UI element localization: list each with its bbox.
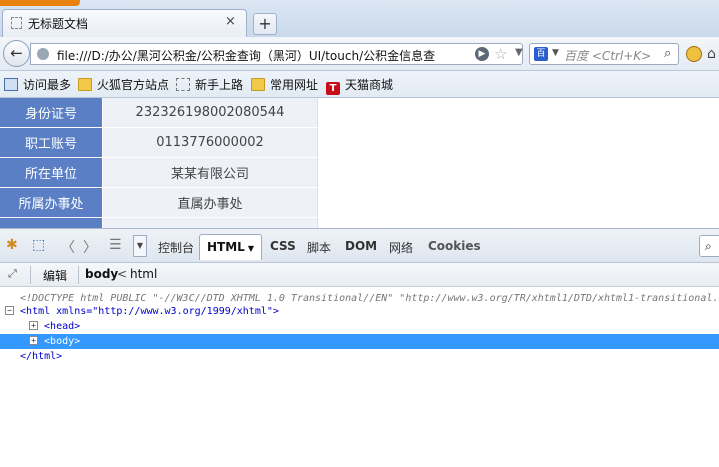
breadcrumb-html[interactable]: html [130, 267, 157, 281]
table-row: 职工账号 0113776000002 [0, 127, 318, 158]
tmall-icon: T [326, 82, 340, 95]
html-close-node[interactable]: </html> [20, 351, 62, 362]
back-button[interactable]: ← [3, 40, 30, 67]
page-content: 身份证号 232326198002080544 职工账号 01137760000… [0, 98, 719, 228]
breadcrumb-body[interactable]: body [85, 267, 118, 281]
search-input[interactable]: 百度 <Ctrl+K> [564, 47, 651, 64]
tab-cookies[interactable]: Cookies [428, 239, 481, 253]
row-label [0, 217, 103, 228]
bookmark-tmall[interactable]: T 天猫商城 [326, 76, 394, 95]
divider [30, 266, 31, 284]
chevron-down-icon: ▼ [247, 244, 254, 253]
url-bar[interactable]: file:///D:/办公/黑河公积金/公积金查询（黑河）UI/touch/公积… [30, 43, 547, 65]
collapse-icon[interactable]: − [5, 306, 14, 315]
baidu-icon[interactable]: 百 [534, 47, 548, 61]
search-bar[interactable]: 百 ▼ 百度 <Ctrl+K> ⌕ [529, 43, 679, 65]
doctype-line: <!DOCTYPE html PUBLIC "-//W3C//DTD XHTML… [20, 293, 719, 304]
info-table: 身份证号 232326198002080544 职工账号 01137760000… [0, 98, 318, 228]
divider [78, 266, 79, 284]
head-node-text: <head> [44, 321, 81, 332]
row-label: 职工账号 [0, 127, 103, 158]
row-value: 直属办事处 [102, 187, 318, 218]
navigation-toolbar: file:///D:/办公/黑河公积金/公积金查询（黑河）UI/touch/公积… [0, 37, 719, 71]
expand-icon[interactable]: + [29, 336, 38, 345]
firebug-search-input[interactable]: ⌕ [699, 235, 719, 257]
chevron-down-icon[interactable]: ▼ [515, 47, 523, 58]
breadcrumb: ⤢ 编辑 body < html [0, 263, 719, 287]
html-node-text: <html xmlns="http://www.w3.org/1999/xhtm… [20, 306, 279, 317]
browser-titlebar: 无标题文档 × + [0, 0, 719, 37]
page-icon [176, 78, 190, 91]
breadcrumb-separator: < [117, 267, 128, 281]
tab-html[interactable]: HTML ▼ [199, 234, 262, 260]
new-tab-button[interactable]: + [253, 13, 277, 35]
html-tree-panel: <!DOCTYPE html PUBLIC "-//W3C//DTD XHTML… [0, 287, 719, 467]
most-visited-icon [4, 78, 18, 91]
edit-button[interactable]: 编辑 [43, 267, 67, 284]
tab-network[interactable]: 网络 [389, 239, 413, 256]
bookmarks-toolbar: 访问最多 火狐官方站点 新手上路 常用网址 T 天猫商城 [0, 71, 719, 98]
search-icon: ⌕ [705, 239, 712, 253]
inspect-icon[interactable]: ⬚ [32, 237, 45, 253]
go-icon[interactable]: ▶ [475, 47, 489, 61]
row-value: 0113776000002 [102, 127, 318, 158]
bookmark-most-visited[interactable]: 访问最多 [4, 76, 71, 94]
bookmark-common-sites[interactable]: 常用网址 [251, 76, 318, 94]
list-icon[interactable]: ☰ [109, 237, 122, 253]
expand-icon[interactable]: ⤢ [8, 267, 17, 281]
home-icon[interactable]: ⌂ [707, 46, 716, 62]
tab-title: 无标题文档 [28, 17, 89, 31]
body-node[interactable]: + <body> [29, 336, 80, 347]
tab-script[interactable]: 脚本 [307, 239, 331, 256]
row-value: 某某有限公司 [102, 157, 318, 188]
firebug-icon[interactable]: ✱ [6, 237, 18, 253]
bookmark-label: 天猫商城 [345, 78, 394, 92]
selected-row-highlight [0, 334, 719, 349]
page-icon [11, 17, 22, 29]
tab-html-label: HTML [207, 240, 245, 254]
forward-icon[interactable]: 〉 [83, 237, 97, 257]
chevron-down-icon[interactable]: ▼ [552, 48, 559, 58]
row-label: 所在单位 [0, 157, 103, 188]
bookmark-getting-started[interactable]: 新手上路 [176, 76, 243, 94]
bookmark-label: 访问最多 [23, 78, 72, 92]
row-value: 232326198002080544 [102, 98, 318, 128]
tab-css[interactable]: CSS [270, 239, 296, 253]
back-icon[interactable]: 〈 [61, 237, 75, 257]
addon-icon[interactable] [686, 46, 702, 62]
html-node[interactable]: − <html xmlns="http://www.w3.org/1999/xh… [5, 306, 279, 317]
bookmark-label: 火狐官方站点 [97, 78, 170, 92]
url-text[interactable]: file:///D:/办公/黑河公积金/公积金查询（黑河）UI/touch/公积… [57, 47, 467, 64]
folder-icon [251, 78, 265, 91]
table-row: 所在单位 某某有限公司 [0, 157, 318, 188]
head-node[interactable]: + <head> [29, 321, 80, 332]
chevron-down-icon[interactable]: ▼ [133, 235, 147, 257]
close-icon[interactable]: × [225, 14, 236, 29]
table-row: 身份证号 232326198002080544 [0, 98, 318, 128]
bookmark-firefox-site[interactable]: 火狐官方站点 [78, 76, 169, 94]
bookmark-star-icon[interactable]: ☆ [494, 45, 507, 63]
expand-icon[interactable]: + [29, 321, 38, 330]
body-node-text: <body> [44, 336, 81, 347]
bookmark-label: 常用网址 [270, 78, 319, 92]
table-row: 所属办事处 直属办事处 [0, 187, 318, 218]
row-label: 所属办事处 [0, 187, 103, 218]
browser-tab[interactable]: 无标题文档 × [2, 9, 247, 37]
search-icon[interactable]: ⌕ [664, 46, 671, 61]
table-row [0, 217, 318, 228]
firebug-toolbar: ✱ ⬚ 〈 〉 ☰ ▼ 控制台 HTML ▼ CSS 脚本 DOM 网络 Cook… [0, 228, 719, 263]
globe-icon [37, 48, 49, 60]
folder-icon [78, 78, 92, 91]
row-label: 身份证号 [0, 98, 103, 128]
tab-console[interactable]: 控制台 [158, 239, 194, 256]
row-value [102, 217, 318, 228]
firefox-menu-button[interactable] [0, 0, 80, 6]
tab-dom[interactable]: DOM [345, 239, 377, 253]
bookmark-label: 新手上路 [195, 78, 244, 92]
